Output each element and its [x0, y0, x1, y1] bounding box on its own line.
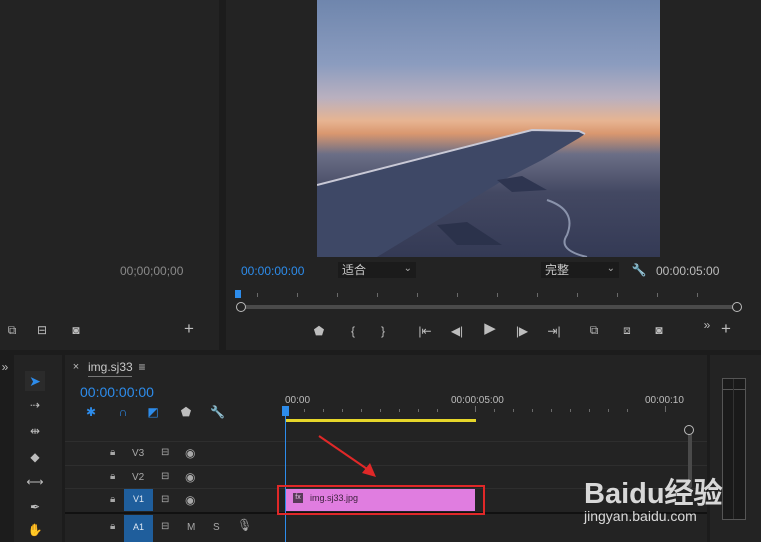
selection-tool-icon[interactable]: ➤ — [25, 371, 45, 391]
playhead-line[interactable] — [285, 414, 286, 542]
baidu-jingyan-watermark: Baidu经验 jingyan.baidu.com — [582, 462, 758, 526]
step-forward-icon[interactable]: |▶ — [515, 324, 529, 338]
snap-magnet-icon[interactable]: ∩ — [116, 405, 130, 419]
source-insert-icon[interactable]: ⧉ — [4, 323, 20, 337]
timeline-ruler[interactable]: 00:00 00:00:05:00 00:00:10 — [285, 392, 685, 420]
source-monitor-panel — [0, 0, 219, 350]
fit-dropdown[interactable]: 适合 ⌄ — [338, 262, 416, 278]
chevron-down-icon: ⌄ — [403, 263, 412, 274]
sync-lock-icon[interactable]: ⊟ — [161, 447, 169, 459]
more-controls-icon[interactable]: » — [700, 318, 714, 332]
menu-icon[interactable]: ≡ — [136, 360, 148, 374]
close-tab-icon[interactable]: × — [70, 360, 82, 374]
track-select-tool-icon[interactable]: ⇢ — [26, 398, 44, 412]
clip-highlight-box — [277, 485, 485, 515]
add-marker-icon[interactable]: ⬟ — [179, 405, 193, 419]
program-time-ruler — [237, 293, 737, 301]
source-add-button-icon[interactable]: + — [181, 320, 197, 337]
track-label-a1[interactable]: A1 — [124, 515, 153, 542]
vscroll-handle-top[interactable] — [684, 425, 694, 435]
panel-expand-icon[interactable]: » — [0, 360, 10, 374]
mark-in-icon[interactable]: { — [346, 324, 360, 338]
eye-icon[interactable]: ◉ — [185, 471, 195, 483]
lock-icon[interactable]: 🔒︎ — [110, 447, 115, 459]
play-icon[interactable]: ▶ — [482, 321, 498, 336]
track-label-v2: V2 — [132, 472, 145, 483]
solo-button[interactable]: S — [213, 522, 220, 534]
annotation-arrow — [318, 435, 376, 477]
source-timecode[interactable]: 00;00;00;00 — [120, 264, 183, 278]
mark-out-icon[interactable]: } — [376, 324, 390, 338]
extract-icon[interactable]: ⧈ — [618, 323, 636, 337]
track-label-v1[interactable]: V1 — [124, 489, 153, 511]
chevron-down-icon: ⌄ — [606, 263, 615, 274]
lock-icon[interactable]: 🔒︎ — [110, 494, 115, 506]
sync-lock-icon[interactable]: ⊟ — [161, 471, 169, 483]
slip-tool-icon[interactable]: ⟷ — [26, 475, 44, 489]
scroll-handle-left[interactable] — [236, 302, 246, 312]
add-button-icon[interactable]: + — [718, 320, 734, 337]
go-to-out-icon[interactable]: ⇥| — [545, 324, 563, 338]
source-camera-icon[interactable]: ◙ — [68, 323, 84, 337]
program-timecode[interactable]: 00:00:00:00 — [241, 264, 304, 278]
watermark-brand: Baidu经验 — [584, 478, 723, 510]
lock-icon[interactable]: 🔒︎ — [110, 471, 115, 483]
program-video-frame — [317, 0, 660, 257]
linked-selection-icon[interactable]: ◩ — [146, 405, 160, 419]
lock-icon[interactable]: 🔒︎ — [110, 521, 115, 533]
mute-button[interactable]: M — [187, 522, 195, 534]
step-back-icon[interactable]: ◀| — [450, 324, 464, 338]
export-frame-camera-icon[interactable]: ◙ — [651, 323, 667, 337]
pen-tool-icon[interactable]: ✒ — [26, 500, 44, 514]
airplane-wing-image — [317, 128, 588, 257]
work-area-bar[interactable] — [285, 419, 476, 422]
wrench-icon[interactable]: 🔧 — [631, 263, 647, 277]
eye-icon[interactable]: ◉ — [185, 494, 195, 506]
program-duration: 00:00:05:00 — [656, 264, 720, 278]
marker-icon[interactable]: ⬟ — [312, 324, 326, 338]
watermark-url: jingyan.baidu.com — [584, 508, 697, 524]
eye-icon[interactable]: ◉ — [185, 447, 195, 459]
quality-dropdown[interactable]: 完整 ⌄ — [541, 262, 619, 278]
timeline-timecode[interactable]: 00:00:00:00 — [80, 384, 154, 400]
microphone-icon[interactable]: 🎙︎ — [237, 519, 252, 531]
track-divider — [65, 441, 707, 442]
fit-dropdown-label: 适合 — [342, 263, 367, 277]
sync-lock-icon[interactable]: ⊟ — [161, 494, 169, 506]
timeline-settings-wrench-icon[interactable]: 🔧 — [210, 405, 225, 419]
razor-tool-icon[interactable]: ◆ — [26, 450, 44, 464]
source-overwrite-icon[interactable]: ⊟ — [34, 323, 50, 337]
scroll-handle-right[interactable] — [732, 302, 742, 312]
go-to-in-icon[interactable]: |⇤ — [416, 324, 434, 338]
hand-tool-icon[interactable]: ✋ — [26, 523, 44, 537]
track-label-v3: V3 — [132, 448, 145, 459]
ripple-edit-tool-icon[interactable]: ⇹ — [26, 424, 44, 438]
lift-icon[interactable]: ⧉ — [585, 323, 603, 337]
nest-toggle-icon[interactable]: ✱ — [84, 405, 98, 419]
sync-lock-icon[interactable]: ⊟ — [161, 521, 169, 533]
ruler-label-5s: 00:00:05:00 — [451, 395, 504, 406]
program-zoom-scrollbar[interactable] — [241, 305, 737, 309]
sequence-tab-underline — [88, 376, 132, 377]
sequence-tab[interactable]: img.sj33 — [88, 360, 133, 374]
quality-dropdown-label: 完整 — [545, 263, 570, 277]
